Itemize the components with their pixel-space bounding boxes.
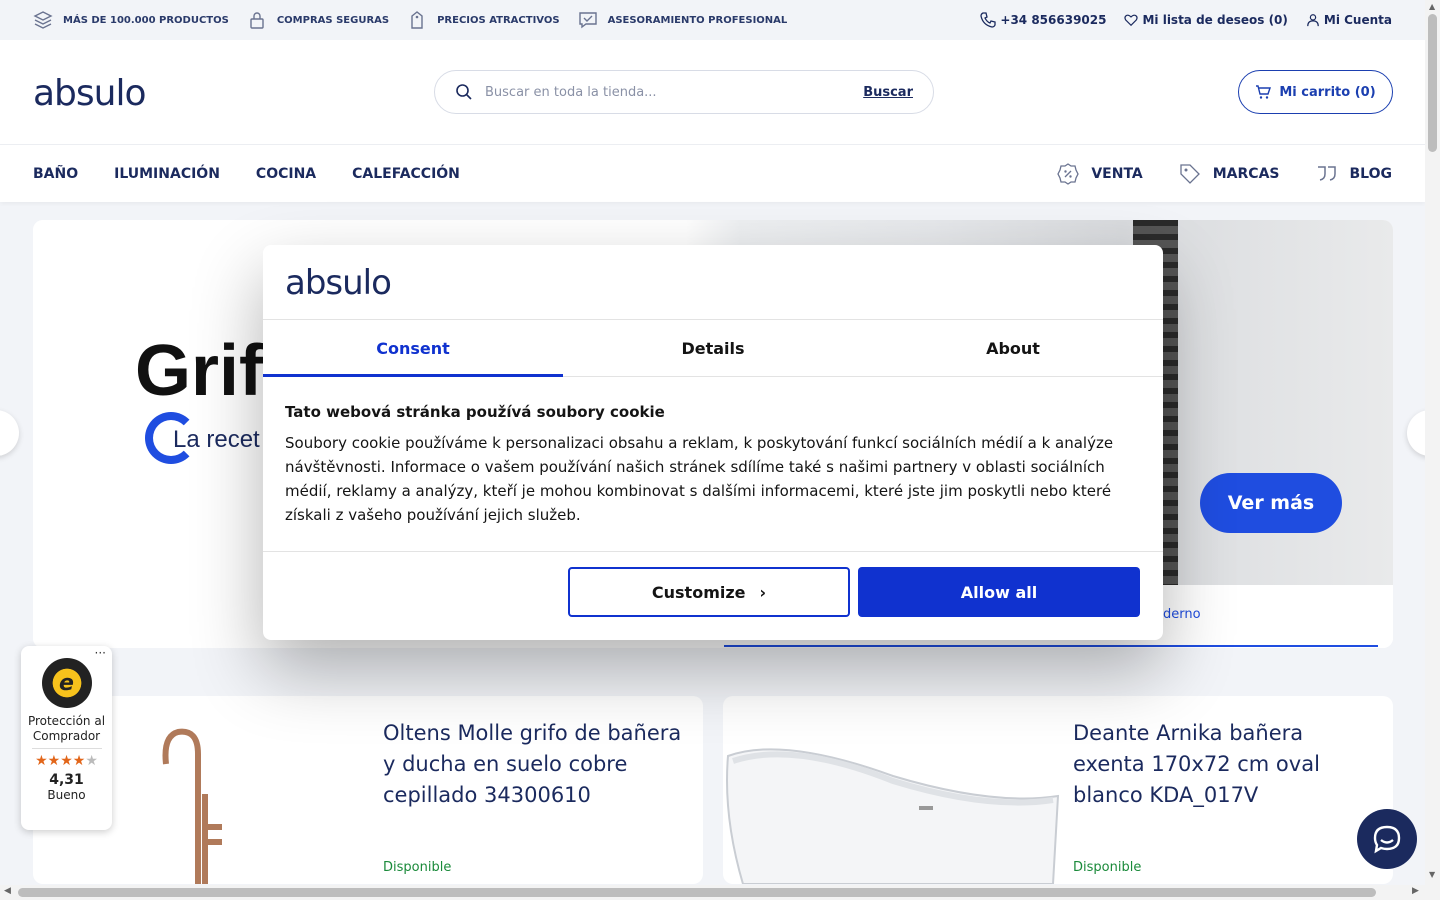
- phone-number: +34 856639025: [1000, 13, 1107, 27]
- cart-icon: [1256, 85, 1272, 99]
- allow-all-button[interactable]: Allow all: [858, 567, 1140, 617]
- trusted-shops-seal: e: [41, 658, 92, 708]
- usp-secure-label: COMPRAS SEGURAS: [276, 14, 390, 26]
- tab-details[interactable]: Details: [563, 320, 863, 376]
- divider: [31, 748, 102, 749]
- search-input[interactable]: [485, 84, 864, 100]
- nav-right: VENTA MARCAS BLOG: [1021, 162, 1393, 185]
- tab-consent[interactable]: Consent: [263, 320, 563, 377]
- horizontal-scrollbar[interactable]: ◀ ▶: [0, 885, 1440, 900]
- more-options-icon[interactable]: ···: [95, 646, 106, 660]
- scroll-left-arrow-icon[interactable]: ◀: [4, 886, 11, 896]
- price-tag-icon: [411, 11, 423, 29]
- dialog-divider: [263, 551, 1163, 552]
- faucet-image: [162, 728, 222, 884]
- product-card[interactable]: Deante Arnika bañera exenta 170x72 cm ov…: [723, 696, 1393, 884]
- scroll-down-arrow-icon[interactable]: ▼: [1429, 870, 1435, 879]
- chat-button[interactable]: [1357, 809, 1417, 869]
- product-availability: Disponible: [1073, 860, 1142, 875]
- product-card[interactable]: Oltens Molle grifo de bañera y ducha en …: [33, 696, 703, 884]
- hero-tab-label[interactable]: derno: [1163, 607, 1201, 622]
- site-header: absulo Buscar Mi carrito (0): [0, 40, 1425, 145]
- hero-subtitle: La recet: [173, 426, 260, 453]
- usp-advice-label: ASESORAMIENTO PROFESIONAL: [607, 14, 788, 26]
- ver-mas-button[interactable]: Ver más: [1200, 473, 1342, 533]
- nav-item-bano[interactable]: BAÑO: [33, 166, 78, 182]
- consent-body-text: Soubory cookie používáme k personalizaci…: [285, 434, 1114, 524]
- trusted-shops-badge[interactable]: ··· e Protección al Comprador ★★★★★ 4,31…: [21, 646, 112, 830]
- top-bar: MÁS DE 100.000 PRODUCTOS COMPRAS SEGURAS…: [0, 0, 1425, 40]
- rating-stars: ★★★★★: [35, 753, 98, 769]
- consent-heading: Tato webová stránka používá soubory cook…: [285, 403, 665, 421]
- usp-advice: ASESORAMIENTO PROFESIONAL: [578, 10, 788, 30]
- cart-label: Mi carrito (0): [1279, 84, 1376, 100]
- heart-icon: [1124, 14, 1139, 27]
- nav-marcas-label: MARCAS: [1212, 165, 1280, 182]
- main-nav: BAÑO ILUMINACIÓN COCINA CALEFACCIÓN VENT…: [0, 145, 1425, 202]
- tag-icon: [1180, 163, 1200, 184]
- user-icon: [1307, 14, 1319, 27]
- nav-item-calefaccion[interactable]: CALEFACCIÓN: [352, 166, 460, 182]
- nav-blog-label: BLOG: [1349, 165, 1393, 182]
- consent-tabs: Consent Details About: [263, 319, 1163, 377]
- phone-icon: [980, 12, 997, 28]
- search-icon: [456, 84, 472, 100]
- chat-check-icon: [578, 12, 597, 29]
- search-button[interactable]: Buscar: [863, 85, 913, 100]
- horizontal-scroll-thumb[interactable]: [18, 888, 1376, 897]
- scroll-right-arrow-icon[interactable]: ▶: [1412, 886, 1419, 896]
- usp-prices-label: PRECIOS ATRACTIVOS: [437, 14, 560, 26]
- vertical-scrollbar[interactable]: ▲ ▼: [1425, 0, 1440, 885]
- customize-label: Customize: [651, 582, 746, 602]
- account-link[interactable]: Mi Cuenta: [1306, 13, 1392, 27]
- usp-products: MÁS DE 100.000 PRODUCTOS: [33, 10, 229, 30]
- bathtub-image: [726, 748, 1060, 884]
- wishlist-link[interactable]: Mi lista de deseos (0): [1124, 13, 1288, 27]
- account-label: Mi Cuenta: [1323, 13, 1392, 27]
- percent-badge-icon: [1057, 162, 1080, 185]
- product-title[interactable]: Deante Arnika bañera exenta 170x72 cm ov…: [1073, 718, 1333, 811]
- chevron-right-icon: ›: [759, 582, 767, 602]
- buyer-protection-label: Protección al Comprador: [27, 714, 106, 743]
- quote-icon: [1317, 165, 1336, 181]
- hero-title: Grif: [135, 331, 264, 411]
- nav-item-marcas[interactable]: MARCAS: [1179, 163, 1280, 185]
- nav-item-iluminacion[interactable]: ILUMINACIÓN: [114, 166, 220, 182]
- cookie-consent-dialog: absulo Consent Details About Tato webová…: [263, 245, 1163, 640]
- cart-button[interactable]: Mi carrito (0): [1238, 70, 1393, 114]
- lock-icon: [250, 12, 264, 29]
- usp-products-label: MÁS DE 100.000 PRODUCTOS: [63, 14, 229, 26]
- tab-about[interactable]: About: [863, 320, 1163, 376]
- nav-item-venta[interactable]: VENTA: [1057, 162, 1143, 185]
- customize-button[interactable]: Customize ›: [568, 567, 850, 617]
- rating-text: Bueno: [47, 788, 86, 802]
- search-bar: Buscar: [434, 70, 934, 114]
- site-logo[interactable]: absulo: [33, 73, 147, 114]
- hero-tab-indicator: [724, 645, 1378, 647]
- layers-icon: [33, 11, 53, 29]
- carousel-prev-button[interactable]: [0, 410, 19, 456]
- nav-item-cocina[interactable]: COCINA: [256, 166, 316, 182]
- nav-venta-label: VENTA: [1091, 165, 1143, 182]
- usp-secure: COMPRAS SEGURAS: [247, 10, 389, 30]
- rating-score: 4,31: [49, 772, 84, 788]
- dialog-logo: absulo: [285, 263, 392, 303]
- wishlist-label: Mi lista de deseos (0): [1142, 13, 1288, 27]
- top-bar-links: +34 856639025 Mi lista de deseos (0) Mi …: [962, 12, 1392, 28]
- product-title[interactable]: Oltens Molle grifo de bañera y ducha en …: [383, 718, 683, 811]
- chat-bubble-icon: [1373, 825, 1401, 854]
- nav-item-blog[interactable]: BLOG: [1316, 163, 1393, 185]
- scroll-up-arrow-icon[interactable]: ▲: [1429, 2, 1435, 11]
- phone-link[interactable]: +34 856639025: [980, 12, 1106, 28]
- vertical-scroll-thumb[interactable]: [1428, 14, 1437, 152]
- product-availability: Disponible: [383, 860, 452, 875]
- usp-prices: PRECIOS ATRACTIVOS: [407, 10, 560, 30]
